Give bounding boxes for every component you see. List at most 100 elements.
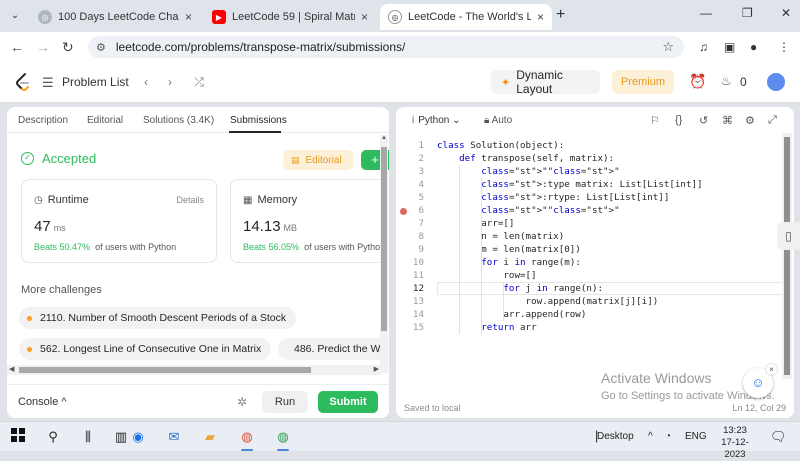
memory-card[interactable]: ▦ Memory 14.13 MB Beats 56.05% of users wi… xyxy=(230,179,389,263)
widgets-icon[interactable]: ▥ xyxy=(112,428,130,446)
braces-icon[interactable]: {} xyxy=(675,114,682,126)
menu-icon[interactable]: ⋮ xyxy=(778,40,790,54)
language-indicator[interactable]: ENG xyxy=(685,431,707,442)
code-line[interactable]: 4 class="st">:type matrix: List[List[int… xyxy=(396,178,794,191)
code-line[interactable]: 11 row=[] xyxy=(396,269,794,282)
leetcode-logo-icon[interactable] xyxy=(14,72,32,92)
editorial-button[interactable]: ▤ Editorial xyxy=(283,150,353,170)
next-problem-icon[interactable]: › xyxy=(161,73,179,91)
scroll-left-icon[interactable]: ◀ xyxy=(9,365,14,373)
profile-icon[interactable]: ● xyxy=(750,40,757,54)
language-select[interactable]: i Python ⌄ xyxy=(412,115,461,126)
url-bar[interactable]: ⚙ leetcode.com/problems/transpose-matrix… xyxy=(88,36,684,58)
line-number: 15 xyxy=(412,322,424,333)
code-line[interactable]: 2 def transpose(self, matrix): xyxy=(396,152,794,165)
close-tab-icon[interactable]: × xyxy=(361,10,368,24)
browser-tab-3[interactable]: ◎ LeetCode - The World's Leading × xyxy=(380,4,552,30)
notification-icon[interactable]: 🗨︎ xyxy=(770,429,787,445)
scrollbar-thumb[interactable] xyxy=(784,137,790,375)
code-line[interactable]: 15 return arr xyxy=(396,321,794,334)
activate-windows-title: Activate Windows xyxy=(601,370,712,386)
tab-editorial[interactable]: Editorial xyxy=(87,115,123,126)
tab-description[interactable]: Description xyxy=(18,115,68,126)
minimize-button[interactable]: — xyxy=(700,6,712,20)
code-line[interactable]: 9 m = len(matrix[0]) xyxy=(396,243,794,256)
horizontal-scrollbar[interactable]: ◀ ▶ xyxy=(7,365,381,375)
auto-mode-toggle[interactable]: 🔒︎ Auto xyxy=(484,115,512,126)
editor-scrollbar[interactable] xyxy=(782,133,792,379)
run-button[interactable]: Run xyxy=(262,391,308,413)
dynamic-layout-button[interactable]: ✦ Dynamic Layout xyxy=(491,68,600,96)
notes-side-icon[interactable]: ▯ xyxy=(777,222,800,250)
site-info-icon[interactable]: ⚙ xyxy=(96,41,106,54)
chrome-profile-icon[interactable]: ◍ xyxy=(274,428,292,451)
settings-icon[interactable]: ⚙ xyxy=(745,114,755,127)
scrollbar-thumb[interactable] xyxy=(381,147,387,331)
code-line[interactable]: 3 class="st">""class="st">" xyxy=(396,165,794,178)
streak-fire-icon[interactable]: ♨ xyxy=(721,74,732,88)
details-link[interactable]: Details xyxy=(176,195,204,205)
browser-tab-1[interactable]: ◎ 100 Days LeetCode Challenge - × xyxy=(30,4,200,30)
scrollbar-thumb[interactable] xyxy=(19,367,311,373)
reload-icon[interactable]: ↻ xyxy=(62,39,74,56)
challenge-chip[interactable]: 562. Longest Line of Consecutive One in … xyxy=(19,338,272,360)
code-line[interactable]: 10 for i in range(m): xyxy=(396,256,794,269)
reset-icon[interactable]: ↺ xyxy=(699,114,708,127)
runtime-card[interactable]: ◷ Runtime Details 47 ms Beats 50.47% of us… xyxy=(21,179,217,263)
line-number: 7 xyxy=(418,218,424,229)
close-tab-icon[interactable]: × xyxy=(185,10,192,24)
bookmark-icon[interactable]: ⚐ xyxy=(650,114,660,127)
prev-problem-icon[interactable]: ‹ xyxy=(137,73,155,91)
close-tab-icon[interactable]: × xyxy=(537,10,544,24)
submit-button[interactable]: Submit xyxy=(318,391,378,413)
challenge-chip[interactable]: 486. Predict the W xyxy=(278,338,388,360)
debug-icon[interactable]: ✲ xyxy=(237,395,247,409)
shuffle-icon[interactable]: ⤮ xyxy=(190,73,208,91)
code-line[interactable]: 8 n = len(matrix) xyxy=(396,230,794,243)
mail-icon[interactable]: ✉ xyxy=(165,428,183,446)
new-tab-button[interactable]: + xyxy=(556,6,565,24)
code-line[interactable]: 7 arr=[] xyxy=(396,217,794,230)
scroll-up-icon[interactable]: ▲ xyxy=(381,135,387,141)
wifi-icon[interactable]: ◔ xyxy=(665,431,671,442)
desktop-toolbar[interactable]: Desktop xyxy=(597,431,634,442)
maximize-button[interactable]: ❐ xyxy=(742,6,753,20)
search-icon[interactable]: ⚲ xyxy=(44,428,62,446)
code-line[interactable]: 6 class="st">""class="st">" xyxy=(396,204,794,217)
chrome-icon[interactable]: ◍ xyxy=(238,428,256,451)
media-control-icon[interactable]: ♫ xyxy=(699,40,708,54)
scroll-right-icon[interactable]: ▶ xyxy=(374,365,379,373)
code-line[interactable]: 13 row.append(matrix[j][i]) xyxy=(396,295,794,308)
side-panel-icon[interactable]: ▣ xyxy=(724,40,735,54)
file-explorer-icon[interactable]: ▰ xyxy=(201,428,219,446)
tab-submissions[interactable]: Submissions xyxy=(230,115,287,126)
avatar[interactable] xyxy=(767,73,785,91)
chevron-up-icon[interactable]: ^ xyxy=(648,431,653,442)
browser-tab-2[interactable]: ▶ LeetCode 59 | Spiral Matrix II | L × xyxy=(204,4,376,30)
chevron-up-icon: ^ xyxy=(61,396,67,408)
breakpoint-dot[interactable] xyxy=(400,208,407,215)
edge-browser-icon[interactable]: ◉ xyxy=(129,428,147,446)
premium-button[interactable]: Premium xyxy=(612,70,674,94)
windows-start-icon[interactable] xyxy=(9,428,27,446)
close-window-button[interactable]: ✕ xyxy=(781,6,791,20)
code-line[interactable]: 14 arr.append(row) xyxy=(396,308,794,321)
challenge-chip[interactable]: 2110. Number of Smooth Descent Periods o… xyxy=(19,307,297,329)
code-line[interactable]: 1 class Solution(object): xyxy=(396,139,794,152)
fullscreen-icon[interactable]: ⤢ xyxy=(768,114,777,127)
timer-icon[interactable]: ⏰ xyxy=(689,73,706,90)
code-line[interactable]: 5 class="st">:rtype: List[List[int]] xyxy=(396,191,794,204)
console-toggle[interactable]: Console ^ xyxy=(18,396,67,408)
system-clock[interactable]: 13:23 17-12-2023 xyxy=(712,425,758,461)
tab-search-button[interactable]: ⌄ xyxy=(6,7,24,25)
vertical-scrollbar[interactable]: ▲ xyxy=(380,135,388,373)
close-chat-icon[interactable]: × xyxy=(766,364,777,375)
bookmark-star-icon[interactable]: ☆ xyxy=(662,39,674,55)
tab-solutions[interactable]: Solutions (3.4K) xyxy=(143,115,214,126)
line-number: 14 xyxy=(412,309,424,320)
task-view-icon[interactable]: ⫼ xyxy=(79,428,97,446)
shortcut-icon[interactable]: ⌘ xyxy=(722,114,733,127)
back-icon[interactable]: ← xyxy=(10,39,24,55)
problem-list-link[interactable]: Problem List xyxy=(62,75,129,89)
forward-icon[interactable]: → xyxy=(36,39,50,55)
